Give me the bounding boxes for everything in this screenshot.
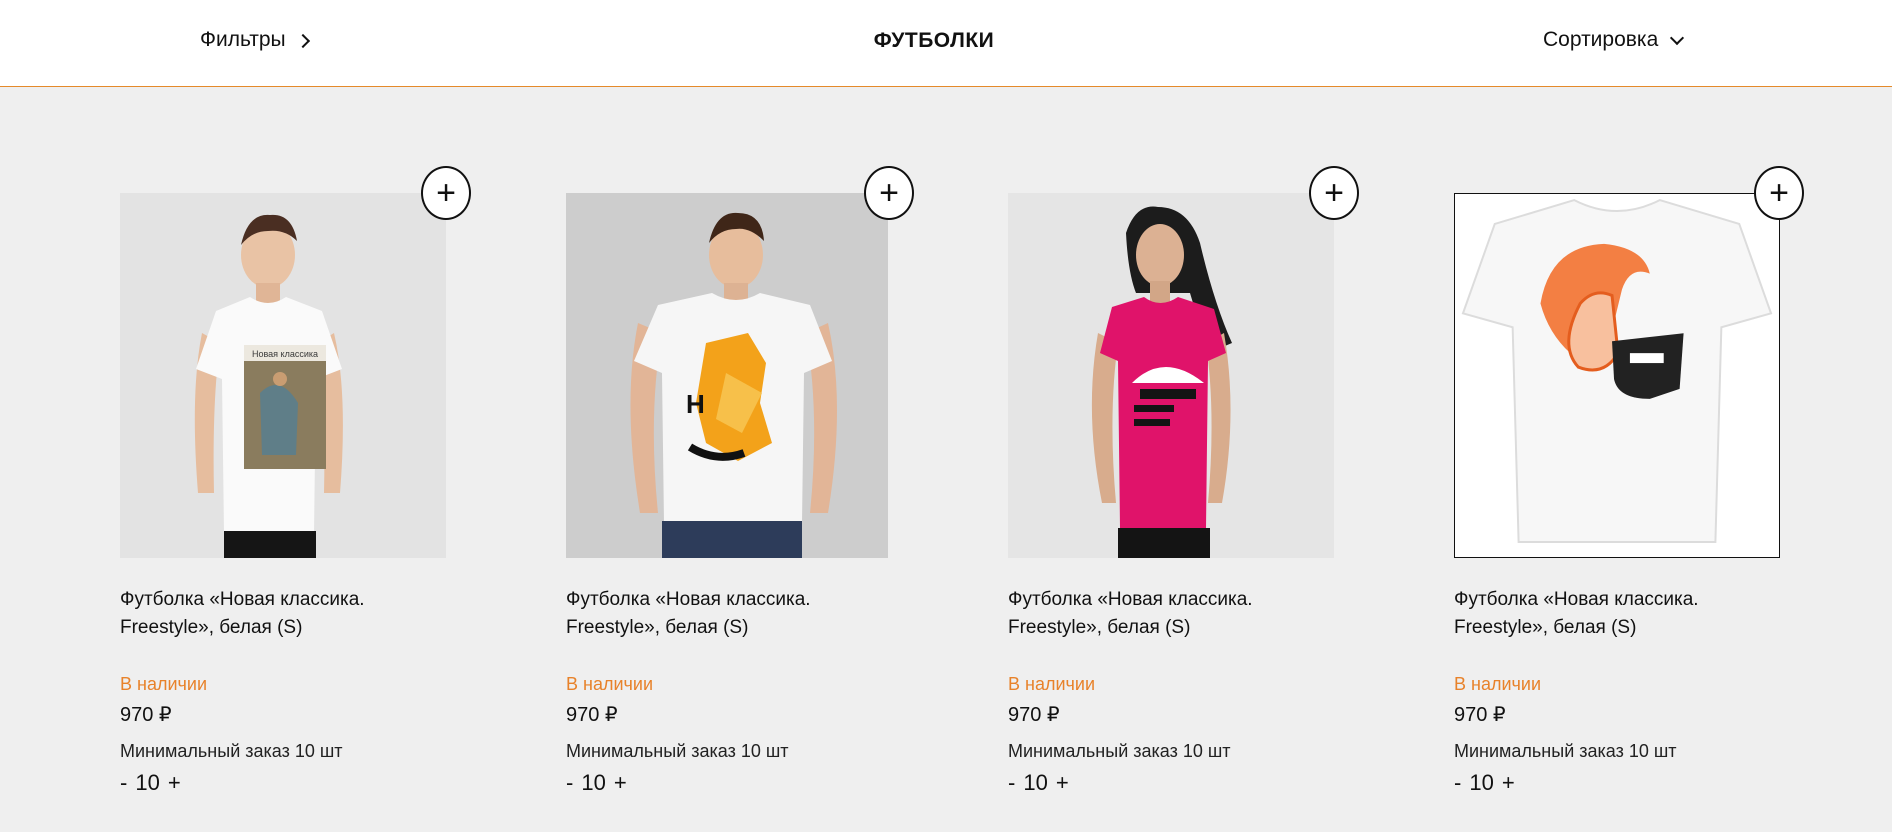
qty-value: 10 bbox=[1023, 770, 1048, 795]
product-image[interactable] bbox=[1008, 193, 1334, 558]
svg-text:Н: Н bbox=[686, 389, 705, 419]
plus-icon: + bbox=[436, 174, 456, 212]
stock-status: В наличии bbox=[120, 674, 208, 694]
plus-icon: + bbox=[1324, 174, 1344, 212]
plus-icon: + bbox=[1769, 174, 1789, 212]
quantity-stepper: - 10 + bbox=[566, 770, 627, 796]
product-name[interactable]: Футболка «Новая классика. Freestyle», бе… bbox=[1008, 586, 1328, 642]
product-name[interactable]: Футболка «Новая классика. Freestyle», бе… bbox=[120, 586, 440, 642]
qty-increase-button[interactable]: + bbox=[168, 770, 181, 796]
qty-value: 10 bbox=[1469, 770, 1494, 795]
qty-value: 10 bbox=[581, 770, 606, 795]
min-order-note: Минимальный заказ 10 шт bbox=[566, 741, 789, 761]
stock-status: В наличии bbox=[1008, 674, 1096, 694]
quantity-stepper: - 10 + bbox=[120, 770, 181, 796]
qty-value: 10 bbox=[135, 770, 160, 795]
product-price: 970 ₽ bbox=[1454, 704, 1506, 726]
quantity-stepper: - 10 + bbox=[1454, 770, 1515, 796]
min-order-note: Минимальный заказ 10 шт bbox=[1454, 741, 1677, 761]
stock-status: В наличии bbox=[566, 674, 654, 694]
qty-decrease-button[interactable]: - bbox=[1008, 770, 1015, 796]
add-to-cart-button[interactable]: + bbox=[864, 166, 914, 220]
product-name[interactable]: Футболка «Новая классика. Freestyle», бе… bbox=[1454, 586, 1774, 642]
qty-increase-button[interactable]: + bbox=[1056, 770, 1069, 796]
product-photo-man-print-tshirt: Н bbox=[566, 193, 888, 558]
min-order-note: Минимальный заказ 10 шт bbox=[120, 741, 343, 761]
stock-status: В наличии bbox=[1454, 674, 1542, 694]
qty-increase-button[interactable]: + bbox=[614, 770, 627, 796]
product-price: 970 ₽ bbox=[566, 704, 618, 726]
product-photo-man-white-tshirt: Новая классика bbox=[120, 193, 446, 558]
sort-label: Сортировка bbox=[1543, 28, 1659, 51]
add-to-cart-button[interactable]: + bbox=[1754, 166, 1804, 220]
top-bar: Фильтры ФУТБОЛКИ Сортировка bbox=[0, 0, 1892, 87]
qty-decrease-button[interactable]: - bbox=[566, 770, 573, 796]
sort-dropdown[interactable]: Сортировка bbox=[1543, 28, 1685, 52]
add-to-cart-button[interactable]: + bbox=[1309, 166, 1359, 220]
product-photo-white-tshirt-orange-print bbox=[1455, 194, 1779, 557]
add-to-cart-button[interactable]: + bbox=[421, 166, 471, 220]
plus-icon: + bbox=[879, 174, 899, 212]
min-order-note: Минимальный заказ 10 шт bbox=[1008, 741, 1231, 761]
print-text: Новая классика bbox=[252, 349, 318, 359]
product-name[interactable]: Футболка «Новая классика. Freestyle», бе… bbox=[566, 586, 886, 642]
qty-decrease-button[interactable]: - bbox=[1454, 770, 1461, 796]
product-image[interactable]: Новая классика bbox=[120, 193, 446, 558]
quantity-stepper: - 10 + bbox=[1008, 770, 1069, 796]
product-price: 970 ₽ bbox=[120, 704, 172, 726]
product-image[interactable]: Н bbox=[566, 193, 888, 558]
qty-increase-button[interactable]: + bbox=[1502, 770, 1515, 796]
chevron-down-icon bbox=[1670, 30, 1685, 45]
product-photo-woman-pink-tshirt bbox=[1008, 193, 1334, 558]
qty-decrease-button[interactable]: - bbox=[120, 770, 127, 796]
product-image[interactable] bbox=[1454, 193, 1780, 558]
product-price: 970 ₽ bbox=[1008, 704, 1060, 726]
